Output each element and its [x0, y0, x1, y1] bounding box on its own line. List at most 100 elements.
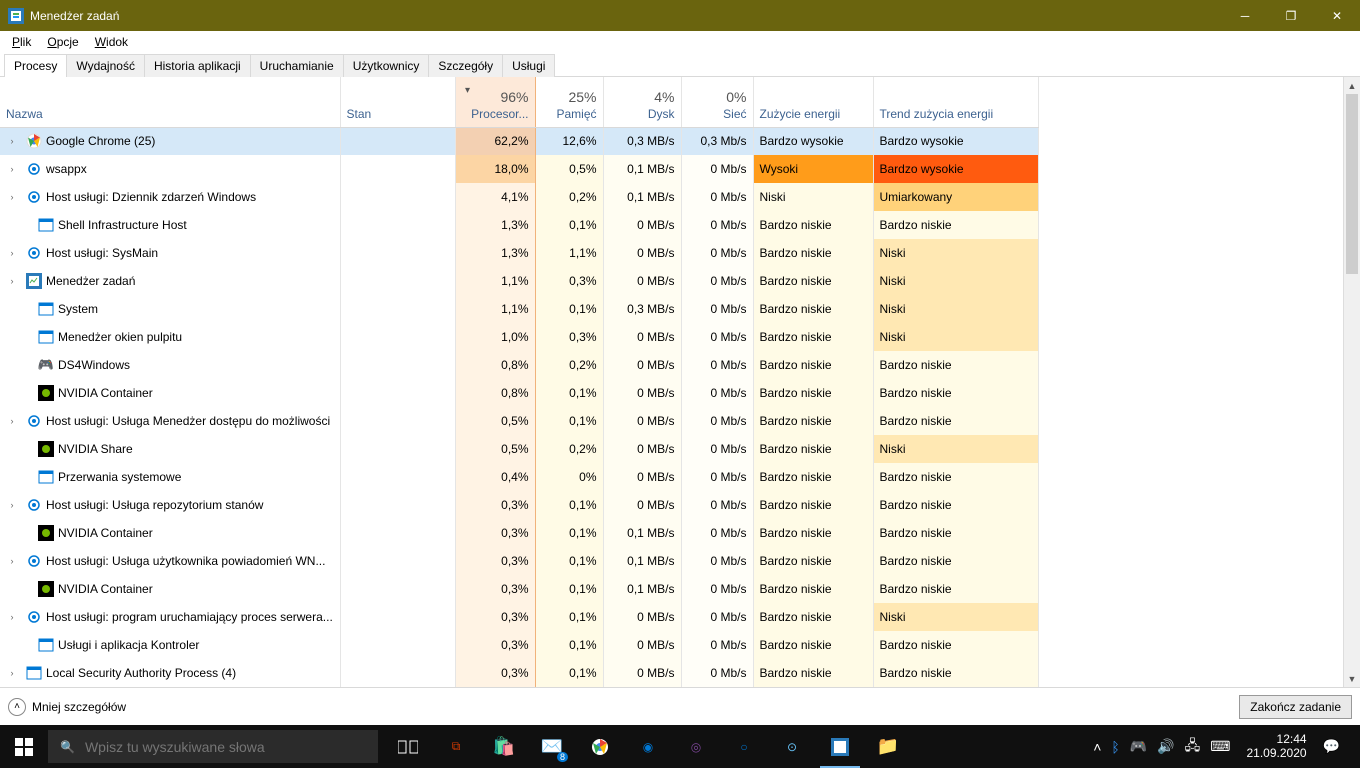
taskbar-clock[interactable]: 12:44 21.09.2020: [1241, 733, 1313, 759]
process-disk: 0 MB/s: [603, 379, 681, 407]
close-button[interactable]: ✕: [1314, 0, 1360, 31]
process-cpu: 0,3%: [455, 631, 535, 659]
menu-view[interactable]: Widok: [87, 33, 136, 51]
col-power[interactable]: Zużycie energii: [753, 77, 873, 127]
process-row[interactable]: ›Local Security Authority Process (4)0,3…: [0, 659, 1038, 687]
process-row[interactable]: Przerwania systemowe0,4%0%0 MB/s0 Mb/sBa…: [0, 463, 1038, 491]
tab-wydajność[interactable]: Wydajność: [66, 54, 145, 77]
maximize-button[interactable]: ❐: [1268, 0, 1314, 31]
scroll-down-button[interactable]: ▼: [1344, 670, 1360, 687]
scroll-thumb[interactable]: [1346, 94, 1358, 274]
expand-chevron-icon[interactable]: ›: [6, 500, 18, 510]
expand-chevron-icon[interactable]: ›: [6, 668, 18, 678]
tray-expand-icon[interactable]: ˄: [1093, 739, 1101, 755]
process-row[interactable]: ›Host usługi: Usługa użytkownika powiado…: [0, 547, 1038, 575]
expand-chevron-icon[interactable]: ›: [6, 164, 18, 174]
col-memory[interactable]: 25%Pamięć: [535, 77, 603, 127]
titlebar[interactable]: Menedżer zadań ─ ❐ ✕: [0, 0, 1360, 31]
process-row[interactable]: ›Host usługi: Usługa repozytorium stanów…: [0, 491, 1038, 519]
volume-icon[interactable]: 🔊: [1157, 738, 1174, 755]
col-name[interactable]: Nazwa: [0, 77, 340, 127]
vertical-scrollbar[interactable]: ▲ ▼: [1343, 77, 1360, 687]
tab-użytkownicy[interactable]: Użytkownicy: [343, 54, 430, 77]
scroll-up-button[interactable]: ▲: [1344, 77, 1360, 94]
process-row[interactable]: 🎮DS4Windows0,8%0,2%0 MB/s0 Mb/sBardzo ni…: [0, 351, 1038, 379]
tab-historia-aplikacji[interactable]: Historia aplikacji: [144, 54, 251, 77]
taskbar-search[interactable]: 🔍: [48, 730, 378, 763]
input-icon[interactable]: ⌨: [1210, 738, 1230, 755]
expand-chevron-icon[interactable]: ›: [6, 612, 18, 622]
start-button[interactable]: [0, 725, 48, 768]
process-row[interactable]: NVIDIA Share0,5%0,2%0 MB/s0 Mb/sBardzo n…: [0, 435, 1038, 463]
explorer-icon[interactable]: 📁: [864, 725, 912, 768]
process-power: Bardzo niskie: [753, 463, 873, 491]
col-disk[interactable]: 4%Dysk: [603, 77, 681, 127]
bluetooth-icon[interactable]: ᛒ: [1111, 739, 1119, 755]
menu-options[interactable]: Opcje: [39, 33, 86, 51]
process-disk: 0 MB/s: [603, 631, 681, 659]
col-cpu[interactable]: ▾96%Procesor...: [455, 77, 535, 127]
expand-chevron-icon[interactable]: ›: [6, 136, 18, 146]
expand-chevron-icon[interactable]: ›: [6, 248, 18, 258]
minimize-button[interactable]: ─: [1222, 0, 1268, 31]
expand-chevron-icon[interactable]: ›: [6, 416, 18, 426]
tab-procesy[interactable]: Procesy: [4, 54, 67, 77]
office-icon[interactable]: ⧉: [432, 725, 480, 768]
process-row[interactable]: NVIDIA Container0,3%0,1%0,1 MB/s0 Mb/sBa…: [0, 519, 1038, 547]
process-row[interactable]: ›wsappx18,0%0,5%0,1 MB/s0 Mb/sWysokiBard…: [0, 155, 1038, 183]
process-icon: [38, 441, 54, 457]
process-row[interactable]: Usługi i aplikacja Kontroler0,3%0,1%0 MB…: [0, 631, 1038, 659]
steam-icon[interactable]: ⊙: [768, 725, 816, 768]
system-tray: ˄ ᛒ 🎮 🔊 🖧 ⌨ 12:44 21.09.2020 💬: [1093, 725, 1360, 768]
process-disk: 0 MB/s: [603, 211, 681, 239]
process-row[interactable]: System1,1%0,1%0,3 MB/s0 Mb/sBardzo niski…: [0, 295, 1038, 323]
process-memory: 0,1%: [535, 575, 603, 603]
process-network: 0 Mb/s: [681, 519, 753, 547]
chrome-icon[interactable]: [576, 725, 624, 768]
process-power-trend: Bardzo niskie: [873, 575, 1038, 603]
tab-usługi[interactable]: Usługi: [502, 54, 555, 77]
process-cpu: 4,1%: [455, 183, 535, 211]
process-row[interactable]: ›Host usługi: program uruchamiający proc…: [0, 603, 1038, 631]
col-network[interactable]: 0%Sieć: [681, 77, 753, 127]
process-row[interactable]: ›Google Chrome (25)62,2%12,6%0,3 MB/s0,3…: [0, 127, 1038, 155]
task-manager-taskbar-icon[interactable]: [816, 725, 864, 768]
tab-uruchamianie[interactable]: Uruchamianie: [250, 54, 344, 77]
tor-icon[interactable]: ◎: [672, 725, 720, 768]
process-power: Bardzo wysokie: [753, 127, 873, 155]
expand-chevron-icon[interactable]: ›: [6, 192, 18, 202]
gamepad-icon[interactable]: 🎮: [1130, 738, 1147, 755]
process-row[interactable]: ›Host usługi: SysMain1,3%1,1%0 MB/s0 Mb/…: [0, 239, 1038, 267]
process-power: Bardzo niskie: [753, 351, 873, 379]
menu-file[interactable]: Plik: [4, 33, 39, 51]
expand-chevron-icon[interactable]: ›: [6, 556, 18, 566]
mail-icon[interactable]: ✉️8: [528, 725, 576, 768]
expand-chevron-icon[interactable]: ›: [6, 276, 18, 286]
process-row[interactable]: NVIDIA Container0,8%0,1%0 MB/s0 Mb/sBard…: [0, 379, 1038, 407]
store-icon[interactable]: 🛍️: [480, 725, 528, 768]
process-status: [340, 631, 455, 659]
process-name: NVIDIA Share: [58, 442, 133, 456]
network-icon[interactable]: 🖧: [1185, 735, 1201, 759]
process-row[interactable]: Menedżer okien pulpitu1,0%0,3%0 MB/s0 Mb…: [0, 323, 1038, 351]
col-power-trend[interactable]: Trend zużycia energii: [873, 77, 1038, 127]
col-status[interactable]: Stan: [340, 77, 455, 127]
cortana-icon[interactable]: ○: [720, 725, 768, 768]
task-view-button[interactable]: [384, 725, 432, 768]
fewer-details-button[interactable]: ˄ Mniej szczegółów: [8, 698, 126, 716]
process-status: [340, 603, 455, 631]
notifications-icon[interactable]: 💬: [1323, 738, 1340, 755]
process-row[interactable]: NVIDIA Container0,3%0,1%0,1 MB/s0 Mb/sBa…: [0, 575, 1038, 603]
tab-szczegóły[interactable]: Szczegóły: [428, 54, 503, 77]
edge-icon[interactable]: ◉: [624, 725, 672, 768]
process-disk: 0,1 MB/s: [603, 519, 681, 547]
end-task-button[interactable]: Zakończ zadanie: [1239, 695, 1352, 719]
process-row[interactable]: ›Host usługi: Dziennik zdarzeń Windows4,…: [0, 183, 1038, 211]
process-memory: 0,1%: [535, 211, 603, 239]
process-row[interactable]: Shell Infrastructure Host1,3%0,1%0 MB/s0…: [0, 211, 1038, 239]
process-name: Przerwania systemowe: [58, 470, 181, 484]
process-row[interactable]: ›Menedżer zadań1,1%0,3%0 MB/s0 Mb/sBardz…: [0, 267, 1038, 295]
process-status: [340, 211, 455, 239]
process-row[interactable]: ›Host usługi: Usługa Menedżer dostępu do…: [0, 407, 1038, 435]
search-input[interactable]: [85, 739, 366, 755]
